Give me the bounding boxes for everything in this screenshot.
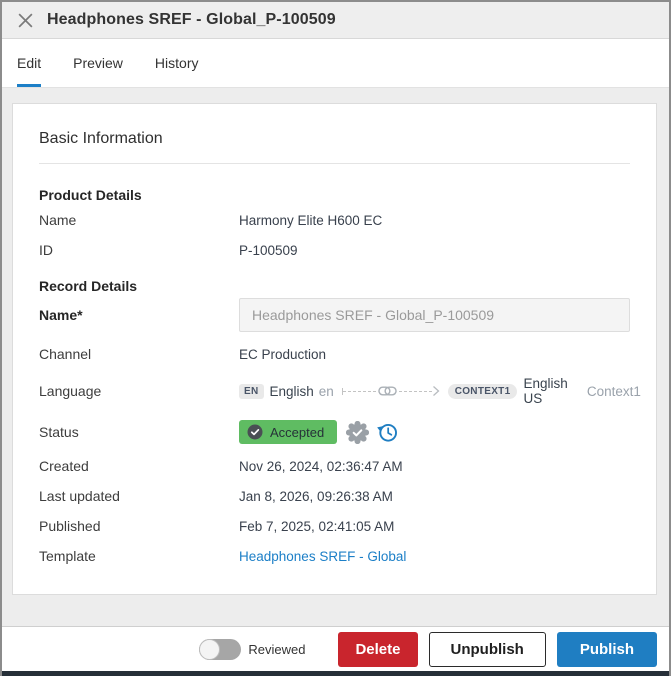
last-updated-row: Last updated Jan 8, 2026, 09:26:38 AM [39, 488, 630, 504]
tab-edit[interactable]: Edit [17, 39, 41, 87]
published-value: Feb 7, 2025, 02:41:05 AM [239, 519, 394, 534]
publish-button[interactable]: Publish [557, 632, 657, 667]
template-link[interactable]: Headphones SREF - Global [239, 549, 406, 564]
channel-label: Channel [39, 346, 239, 362]
bottom-edge-strip [2, 671, 669, 676]
target-context-code: Context1 [587, 384, 641, 399]
basic-information-card: Basic Information Product Details Name H… [12, 103, 657, 595]
channel-row: Channel EC Production [39, 346, 630, 362]
source-locale-badge: EN [239, 384, 264, 399]
record-name-label: Name* [39, 298, 239, 323]
language-link-connector [342, 385, 440, 397]
language-label: Language [39, 383, 239, 399]
connector-dash [343, 391, 376, 392]
template-row: Template Headphones SREF - Global [39, 548, 630, 564]
tab-history[interactable]: History [155, 39, 199, 87]
action-footer: Reviewed Delete Unpublish Publish [2, 626, 669, 671]
reviewed-toggle-group: Reviewed [199, 639, 305, 660]
record-details-section-label: Record Details [39, 278, 630, 294]
language-value: EN English en [239, 376, 641, 406]
close-icon [17, 12, 34, 29]
record-name-input[interactable] [239, 298, 630, 332]
published-label: Published [39, 518, 239, 534]
heading-divider [39, 163, 630, 164]
unpublish-button[interactable]: Unpublish [429, 632, 546, 667]
last-updated-label: Last updated [39, 488, 239, 504]
close-button[interactable] [16, 11, 34, 29]
source-language-code: en [319, 384, 334, 399]
titlebar: Headphones SREF - Global_P-100509 [2, 2, 669, 39]
channel-value: EC Production [239, 347, 326, 362]
status-label: Status [39, 424, 239, 440]
status-value: Accepted [270, 425, 324, 440]
status-badge: Accepted [239, 420, 337, 444]
record-editor-panel: Headphones SREF - Global_P-100509 Edit P… [0, 0, 671, 676]
target-language-name: English US [523, 376, 581, 406]
source-language-name: English [270, 384, 314, 399]
delete-button[interactable]: Delete [338, 632, 417, 667]
product-id-value: P-100509 [239, 243, 298, 258]
product-name-label: Name [39, 212, 239, 228]
tab-preview[interactable]: Preview [73, 39, 123, 87]
page-title: Headphones SREF - Global_P-100509 [47, 11, 336, 29]
created-value: Nov 26, 2024, 02:36:47 AM [239, 459, 403, 474]
product-name-row: Name Harmony Elite H600 EC [39, 212, 630, 228]
status-row: Status Accepted [39, 420, 630, 444]
content-area: Basic Information Product Details Name H… [2, 88, 669, 626]
tabbar: Edit Preview History [2, 39, 669, 88]
approval-seal-icon [346, 421, 369, 444]
check-circle-icon [247, 424, 263, 440]
status-history-icon[interactable] [376, 421, 399, 444]
chain-link-icon [378, 385, 397, 397]
last-updated-value: Jan 8, 2026, 09:26:38 AM [239, 489, 393, 504]
product-name-value: Harmony Elite H600 EC [239, 213, 382, 228]
published-row: Published Feb 7, 2025, 02:41:05 AM [39, 518, 630, 534]
created-label: Created [39, 458, 239, 474]
template-label: Template [39, 548, 239, 564]
card-heading: Basic Information [39, 130, 630, 148]
target-context-badge: CONTEXT1 [448, 384, 518, 399]
connector-dash [399, 391, 432, 392]
reviewed-toggle[interactable] [199, 639, 241, 660]
connector-arrow-icon [432, 385, 440, 397]
record-name-row: Name* [39, 298, 630, 332]
product-id-label: ID [39, 242, 239, 258]
toggle-knob [199, 639, 220, 660]
product-id-row: ID P-100509 [39, 242, 630, 258]
product-details-section-label: Product Details [39, 187, 630, 203]
created-row: Created Nov 26, 2024, 02:36:47 AM [39, 458, 630, 474]
language-row: Language EN English en [39, 376, 630, 406]
reviewed-label: Reviewed [248, 642, 305, 657]
